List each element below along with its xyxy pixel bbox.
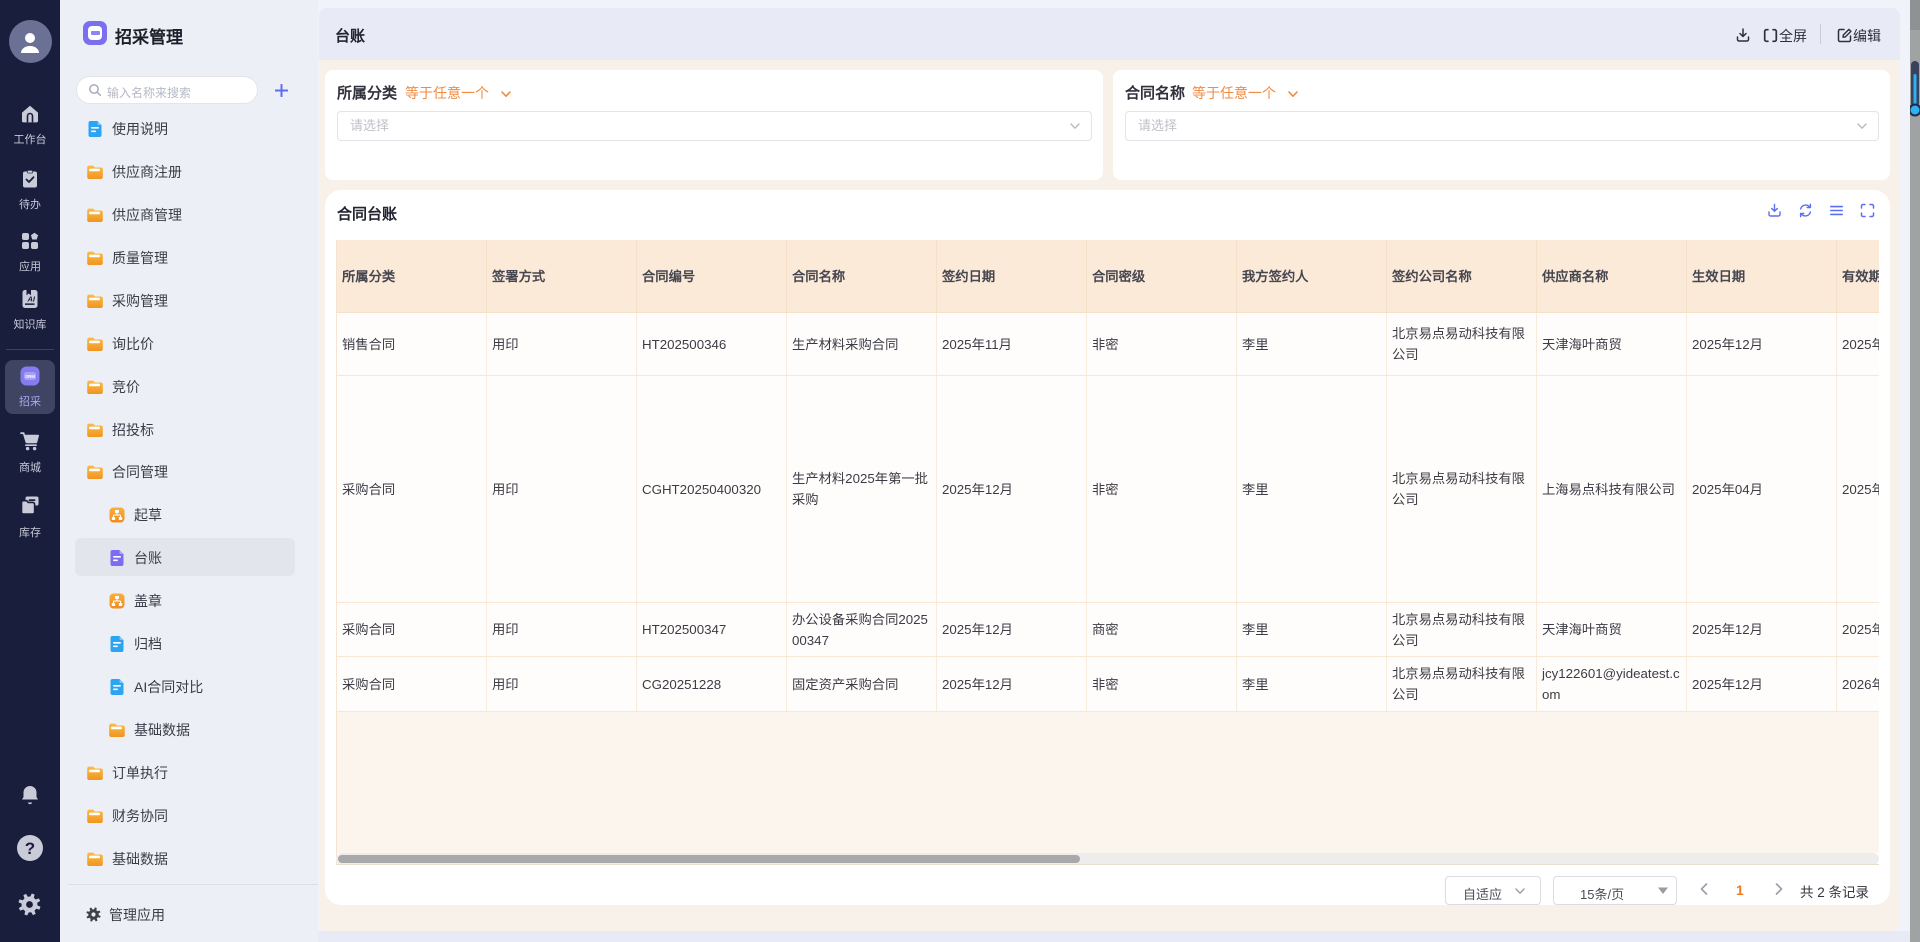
svg-text:AI: AI xyxy=(26,295,35,304)
svg-text:?: ? xyxy=(25,839,35,858)
svg-text:SRM: SRM xyxy=(25,374,35,379)
